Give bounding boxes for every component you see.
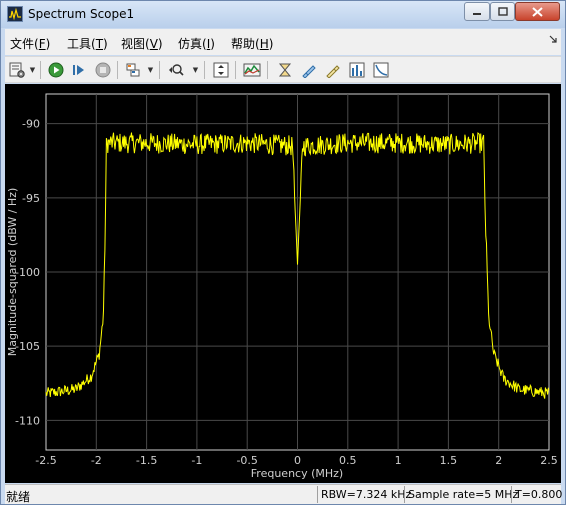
spectrum-plot-panel[interactable]: -2.5 -2 -1.5 -1 -0.5 0 0.5 1 1.5 2 2.5 -90 -95 -100-… xyxy=(5,84,561,483)
layout-button[interactable] xyxy=(123,60,143,80)
menu-tools[interactable]: 工具(T) xyxy=(67,35,108,52)
menu-help-label: 帮助 xyxy=(231,37,256,51)
menu-tools-label: 工具 xyxy=(67,37,92,51)
window-title: Spectrum Scope1 xyxy=(28,7,135,21)
x-tick-label: 0 xyxy=(294,454,301,467)
scope-app-icon xyxy=(7,6,23,22)
ccdf-measurements-button[interactable] xyxy=(371,60,391,80)
status-ready: 就绪 xyxy=(6,490,31,504)
distortion-icon xyxy=(349,62,365,78)
toolbar-separator xyxy=(235,61,236,79)
toolbar-separator xyxy=(117,61,118,79)
x-tick-label: 1 xyxy=(395,454,402,467)
close-icon xyxy=(532,6,543,17)
menu-view-label: 视图 xyxy=(121,37,146,51)
toolbar-separator xyxy=(267,61,268,79)
channel-measurements-button[interactable] xyxy=(323,60,343,80)
settings-button[interactable] xyxy=(7,60,27,80)
x-axis-label: Frequency (MHz) xyxy=(251,467,343,480)
toolbar-separator xyxy=(204,61,205,79)
x-tick-label: -1.5 xyxy=(136,454,157,467)
status-bar: 就绪 RBW=7.324 kHz Sample rate=5 MHz T=0.8… xyxy=(5,484,562,504)
run-icon xyxy=(48,62,64,78)
menu-simulation[interactable]: 仿真(I) xyxy=(178,35,215,52)
menu-bar: 文件(F) 工具(T) 视图(V) 仿真(I) 帮助(H) xyxy=(5,29,561,55)
x-tick-label: -0.5 xyxy=(236,454,257,467)
step-forward-button[interactable] xyxy=(69,60,89,80)
toolbar-separator xyxy=(159,61,160,79)
distortion-measurements-button[interactable] xyxy=(347,60,367,80)
status-sample-rate: Sample rate=5 MHz xyxy=(404,486,518,503)
zoom-button[interactable] xyxy=(167,60,187,80)
step-forward-icon xyxy=(73,65,84,75)
toolbar: ▼ ▼ ▼ xyxy=(5,56,561,83)
status-rbw: RBW=7.324 kHz xyxy=(317,486,411,503)
x-tick-label: 1.5 xyxy=(440,454,458,467)
cursor-measure-icon xyxy=(302,65,316,78)
cursor-measurements-button[interactable] xyxy=(299,60,319,80)
ccdf-icon xyxy=(373,62,389,78)
title-bar: Spectrum Scope1 xyxy=(1,1,565,28)
x-tick-label: 2 xyxy=(495,454,502,467)
y-tick-label: -110 xyxy=(15,414,40,427)
y-tick-label: -95 xyxy=(22,192,40,205)
run-button[interactable] xyxy=(46,60,66,80)
x-tick-labels: -2.5 -2 -1.5 -1 -0.5 0 0.5 1 1.5 2 2.5 xyxy=(35,454,557,467)
x-tick-label: -1 xyxy=(191,454,202,467)
autoscale-icon xyxy=(213,62,229,78)
menu-simulation-label: 仿真 xyxy=(178,37,203,51)
peak-finder-button[interactable] xyxy=(242,60,262,80)
status-time: T=0.800 xyxy=(511,486,562,503)
y-axis-label: Magnitude-squared (dBW / Hz) xyxy=(6,188,19,357)
layout-dropdown[interactable]: ▼ xyxy=(146,60,155,80)
x-tick-label: 2.5 xyxy=(540,454,558,467)
data-cursor-icon xyxy=(278,63,292,77)
dock-arrow-icon[interactable] xyxy=(549,35,557,43)
stop-button[interactable] xyxy=(93,60,113,80)
x-tick-label: -2.5 xyxy=(35,454,56,467)
menu-simulation-accel: I xyxy=(206,37,211,51)
menu-view-accel: V xyxy=(149,37,158,51)
minimize-icon xyxy=(473,12,481,15)
menu-file[interactable]: 文件(F) xyxy=(10,35,50,52)
data-cursor-button[interactable] xyxy=(275,60,295,80)
autoscale-button[interactable] xyxy=(211,60,231,80)
menu-tools-accel: T xyxy=(95,37,104,51)
menu-view[interactable]: 视图(V) xyxy=(121,35,163,52)
x-tick-label: -2 xyxy=(91,454,102,467)
channel-measure-icon xyxy=(326,65,340,78)
menu-file-label: 文件 xyxy=(10,37,35,51)
toolbar-separator xyxy=(40,61,41,79)
zoom-dropdown[interactable]: ▼ xyxy=(191,60,200,80)
menu-help-accel: H xyxy=(259,37,269,51)
stop-icon xyxy=(95,62,111,78)
close-button[interactable] xyxy=(515,2,560,21)
peak-icon xyxy=(243,63,261,77)
settings-dropdown[interactable]: ▼ xyxy=(28,60,37,80)
spectrum-scope-window: Spectrum Scope1 文件(F) 工具(T) 视图(V) 仿真(I) … xyxy=(0,0,566,505)
menu-file-accel: F xyxy=(38,37,46,51)
menu-help[interactable]: 帮助(H) xyxy=(231,35,273,52)
maximize-icon xyxy=(497,7,508,16)
x-tick-label: 0.5 xyxy=(339,454,357,467)
spectrum-plot[interactable]: -2.5 -2 -1.5 -1 -0.5 0 0.5 1 1.5 2 2.5 -90-95-100-… xyxy=(5,84,561,483)
layout-icon xyxy=(126,63,140,77)
zoom-icon xyxy=(169,64,184,76)
minimize-button[interactable] xyxy=(464,2,490,21)
settings-icon xyxy=(9,62,25,78)
y-tick-label: -90 xyxy=(22,118,40,131)
maximize-button[interactable] xyxy=(490,2,515,21)
